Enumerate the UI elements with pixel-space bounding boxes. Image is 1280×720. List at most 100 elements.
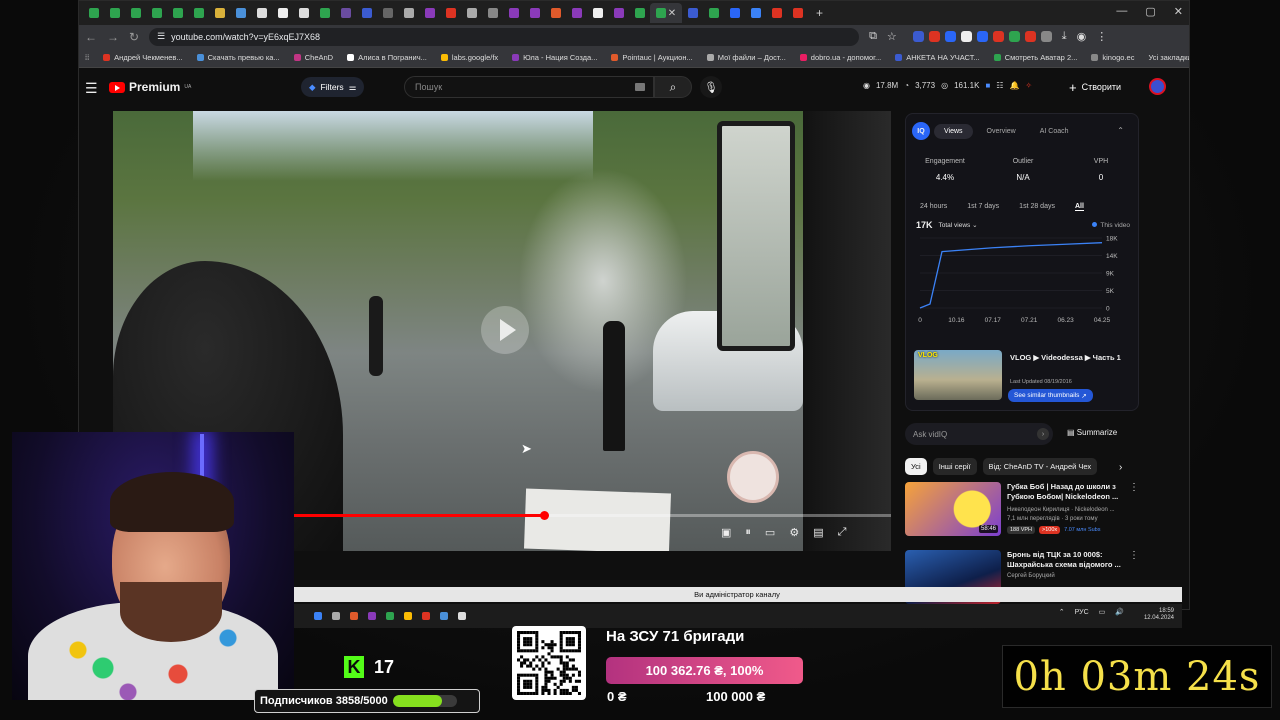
recommendation-item[interactable]: 58:46 Губка Боб | Назад до школи з Губко… xyxy=(905,482,1139,538)
browser-tab[interactable] xyxy=(356,3,377,23)
vidiq-player-icon[interactable]: ▣ xyxy=(721,526,731,539)
bell-icon[interactable]: 🔔 xyxy=(1009,81,1019,90)
browser-tab[interactable] xyxy=(440,3,461,23)
app-icon[interactable] xyxy=(458,612,466,620)
app-icon[interactable] xyxy=(386,612,394,620)
account-avatar[interactable] xyxy=(1149,78,1166,95)
browser-tab[interactable] xyxy=(314,3,335,23)
app-icon[interactable] xyxy=(368,612,376,620)
fullscreen-icon[interactable]: ⤢ xyxy=(838,526,847,539)
volume-icon[interactable]: 🔊 xyxy=(1115,608,1124,616)
settings-icon[interactable]: ⚙ xyxy=(789,526,799,539)
browser-tab[interactable] xyxy=(724,3,745,23)
browser-tab[interactable] xyxy=(461,3,482,23)
profile-icon[interactable]: ◉ xyxy=(1077,30,1087,43)
browser-tab[interactable] xyxy=(629,3,650,23)
extension-icon[interactable] xyxy=(1008,31,1020,42)
browser-tab[interactable] xyxy=(293,3,314,23)
browser-tab[interactable] xyxy=(104,3,125,23)
bookmark-item[interactable]: CheAnD xyxy=(293,53,333,62)
keyboard-icon[interactable] xyxy=(635,83,645,91)
browser-tab[interactable] xyxy=(377,3,398,23)
youtube-logo[interactable]: Premium UA xyxy=(109,80,191,94)
vidiq-video-card[interactable]: VLOG VLOG ▶ Videodessa ▶ Часть 1 Last Up… xyxy=(912,350,1136,406)
close-tab-icon[interactable]: ✕ xyxy=(668,8,676,19)
pause-icon[interactable]: ⏸ xyxy=(745,526,751,539)
filter-chip[interactable]: Від: CheAnD TV - Андрей Чех xyxy=(982,458,1098,475)
extension-icon[interactable] xyxy=(928,31,940,42)
more-options-icon[interactable]: ⋮ xyxy=(1129,482,1139,493)
bookmark-item[interactable]: Pointauc | Аукцион... xyxy=(611,53,693,62)
browser-tab[interactable] xyxy=(787,3,808,23)
similar-thumbnails-button[interactable]: See similar thumbnails ↗ xyxy=(1008,389,1093,402)
browser-tab[interactable] xyxy=(167,3,188,23)
progress-bar[interactable] xyxy=(293,511,891,520)
browser-tab[interactable] xyxy=(419,3,440,23)
browser-tab[interactable] xyxy=(524,3,545,23)
filter-chip[interactable]: Усі xyxy=(905,458,927,475)
browser-tab[interactable] xyxy=(83,3,104,23)
forward-icon[interactable]: → xyxy=(107,30,119,44)
extension-icon[interactable] xyxy=(1024,31,1036,42)
browser-tab[interactable] xyxy=(188,3,209,23)
browser-tab[interactable] xyxy=(682,3,703,23)
app-icon[interactable] xyxy=(404,612,412,620)
list-icon[interactable]: ☷ xyxy=(996,81,1003,90)
miniplayer-icon[interactable]: ▤ xyxy=(813,526,823,539)
browser-tab[interactable] xyxy=(251,3,272,23)
language-indicator[interactable]: РУС xyxy=(1075,609,1089,616)
subtitles-icon[interactable]: ▭ xyxy=(765,526,775,539)
kebab-menu-icon[interactable]: ⋮ xyxy=(1096,30,1107,43)
browser-tab[interactable] xyxy=(209,3,230,23)
range-option[interactable]: 1st 28 days xyxy=(1019,203,1055,211)
bookmark-item[interactable]: Андрей Чекменев... xyxy=(103,53,183,62)
maximize-icon[interactable]: ▢ xyxy=(1145,5,1155,18)
app-icon[interactable] xyxy=(440,612,448,620)
browser-tab[interactable] xyxy=(125,3,146,23)
ask-vidiq-input[interactable]: Ask vidIQ › xyxy=(905,423,1053,445)
bookmark-item[interactable]: Алиса в Погранич... xyxy=(347,53,427,62)
range-option[interactable]: 1st 7 days xyxy=(967,203,999,211)
browser-tab[interactable] xyxy=(146,3,167,23)
extension-icon[interactable] xyxy=(960,31,972,42)
extension-icon[interactable] xyxy=(944,31,956,42)
browser-tab[interactable] xyxy=(482,3,503,23)
address-bar[interactable]: ☰ youtube.com/watch?v=yE6xqEJ7X68 xyxy=(149,27,860,46)
recommendation-thumbnail[interactable]: 58:46 xyxy=(905,482,1001,536)
total-views-select[interactable]: Total views ⌄ xyxy=(939,221,978,229)
create-button[interactable]: + Створити xyxy=(1069,77,1121,97)
browser-tab[interactable] xyxy=(745,3,766,23)
chevron-right-icon[interactable]: › xyxy=(1037,428,1049,440)
browser-tab[interactable] xyxy=(703,3,724,23)
minimize-icon[interactable]: — xyxy=(1116,5,1127,18)
hamburger-menu-icon[interactable]: ☰ xyxy=(85,80,98,97)
bookmark-item[interactable]: АНКЕТА НА УЧАСТ... xyxy=(895,53,980,62)
browser-tab[interactable] xyxy=(272,3,293,23)
start-icon[interactable] xyxy=(314,612,322,620)
filter-chip[interactable]: Інші серії xyxy=(932,458,977,475)
install-icon[interactable]: ⧉ xyxy=(869,30,877,43)
chevron-up-icon[interactable]: ⌃ xyxy=(1059,608,1065,616)
vidiq-tab[interactable]: AI Coach xyxy=(1030,124,1079,139)
range-option[interactable]: All xyxy=(1074,203,1084,211)
bookmark-item[interactable]: Скачать превью ка... xyxy=(196,53,280,62)
download-icon[interactable]: ⤓ xyxy=(1062,30,1067,43)
back-icon[interactable]: ← xyxy=(85,30,97,44)
new-tab-icon[interactable]: + xyxy=(816,6,823,20)
vidiq-tab[interactable]: Views xyxy=(934,123,973,139)
more-options-icon[interactable]: ⋮ xyxy=(1129,550,1139,561)
chevron-right-icon[interactable]: › xyxy=(1119,462,1122,473)
bookmark-star-icon[interactable]: ☆ xyxy=(887,30,897,43)
range-option[interactable]: 24 hours xyxy=(920,203,947,211)
chrome-icon[interactable] xyxy=(350,612,358,620)
browser-tab[interactable]: ✕ xyxy=(650,3,682,23)
video-thumbnail[interactable]: VLOG xyxy=(914,350,1002,400)
extension-icon[interactable] xyxy=(912,31,924,42)
puzzle-icon[interactable] xyxy=(1040,31,1052,42)
bookmark-item[interactable]: Смотреть Аватар 2... xyxy=(993,53,1077,62)
voice-search-button[interactable]: 🎙 xyxy=(700,76,722,98)
extension-icon[interactable] xyxy=(992,31,1004,42)
browser-tab[interactable] xyxy=(566,3,587,23)
site-info-icon[interactable]: ☰ xyxy=(157,31,165,42)
all-bookmarks[interactable]: Усі закладки xyxy=(1148,53,1189,62)
